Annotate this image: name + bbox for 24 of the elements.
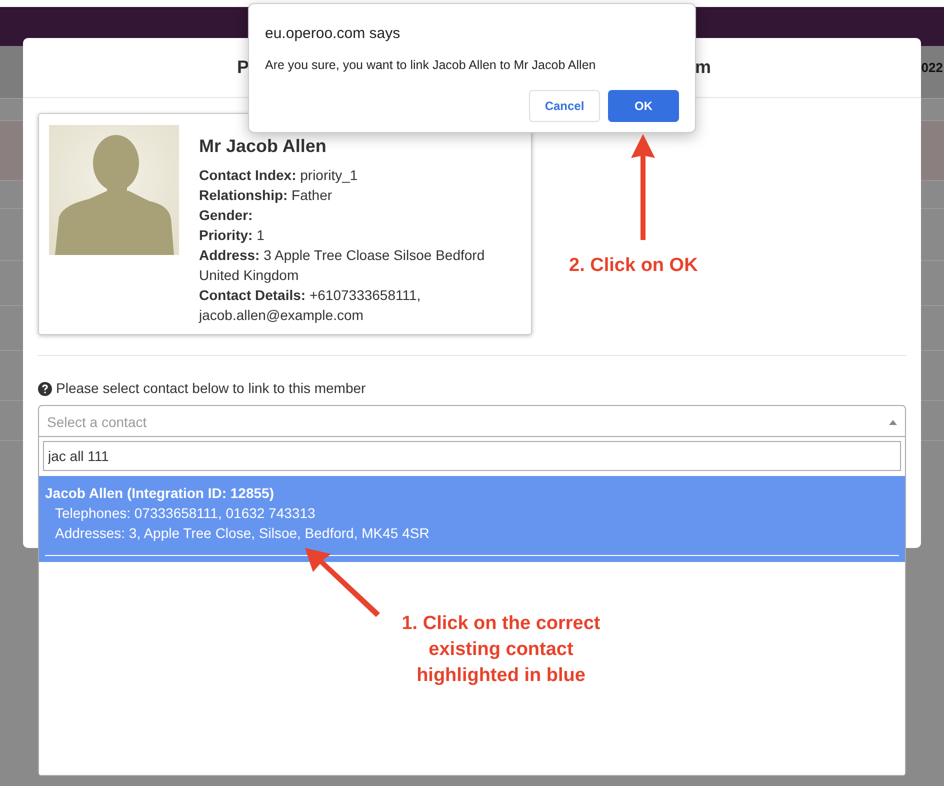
caret-up-icon: [889, 420, 897, 425]
contact-detail: Address: 3 Apple Tree Cloase Silsoe Bedford United Kingdom: [199, 246, 486, 285]
contact-detail: Contact Index: priority_1: [199, 166, 359, 185]
contact-option[interactable]: Jacob Allen (Integration ID: 12855) Telephones: 07333658111, 01632 743313 Addresses: 3, Apple Tree Close, Silsoe, Bedford, MK45 4SR: [39, 476, 905, 562]
help-icon: [38, 382, 52, 396]
modal-title: P: [237, 56, 250, 79]
search-field[interactable]: jac all 111: [43, 441, 901, 471]
dialog-title: eu.operoo.com says: [265, 24, 402, 44]
cancel-button[interactable]: Cancel: [529, 90, 600, 122]
ok-button[interactable]: OK: [608, 90, 679, 122]
select-prompt: Please select contact below to link to this member: [56, 379, 366, 398]
contact-detail: Relationship: Father: [199, 186, 334, 205]
option-detail: Addresses: 3, Apple Tree Close, Silsoe, Bedford, MK45 4SR: [54, 524, 430, 543]
header-text: 022: [921, 59, 943, 78]
annotation-text: 2. Click on OK: [569, 254, 698, 278]
contact-detail: Priority: 1: [199, 226, 266, 245]
annotation-text: 1. Click on the correct existing contact highlighted in blue: [400, 612, 602, 688]
contact-name: Mr Jacob Allen: [199, 135, 326, 157]
option-title: Jacob Allen (Integration ID: 12855): [45, 484, 275, 503]
contact-detail: Gender:: [199, 206, 254, 225]
contact-detail: Contact Details: +6107333658111, jacob.allen@example.com: [199, 286, 422, 325]
dialog-message: Are you sure, you want to link Jacob Allen to Mr Jacob Allen: [265, 56, 597, 74]
modal-title: m: [695, 56, 712, 79]
option-detail: Telephones: 07333658111, 01632 743313: [54, 504, 316, 523]
